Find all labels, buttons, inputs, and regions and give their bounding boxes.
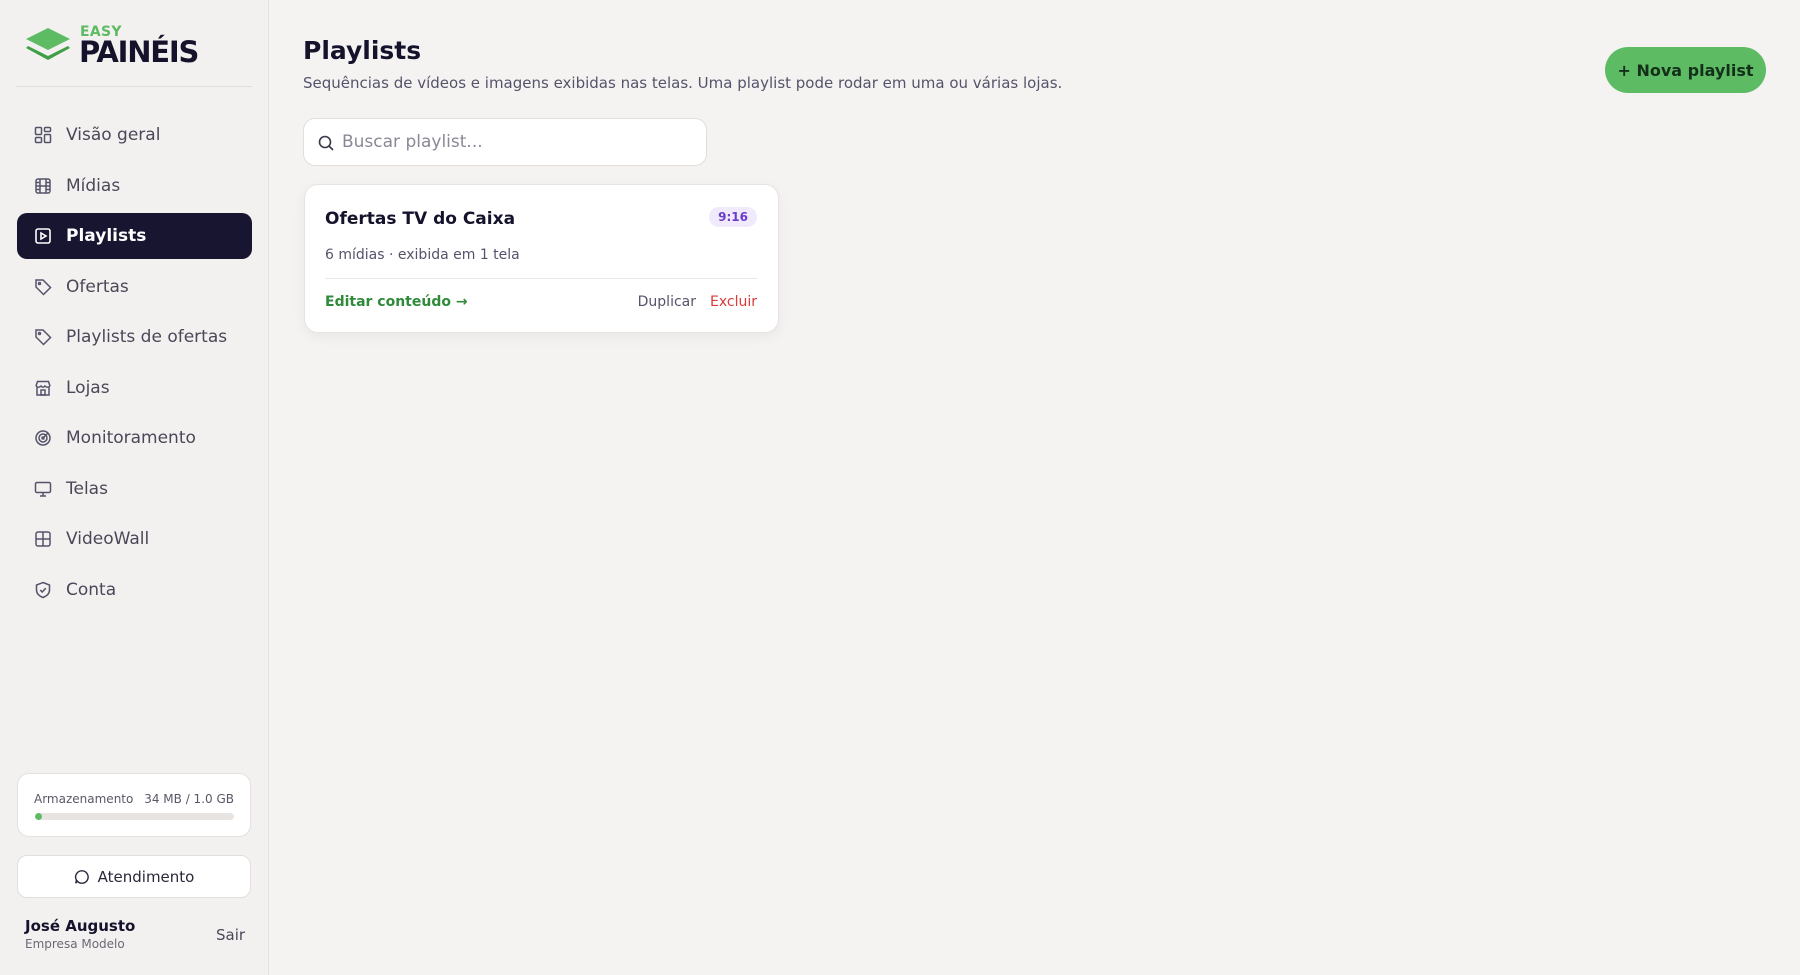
page-title: Playlists: [303, 36, 422, 65]
sidebar-item-telas[interactable]: Telas: [17, 466, 252, 512]
tag-icon: [34, 278, 52, 296]
grid-icon: [34, 126, 52, 144]
aspect-ratio-badge: 9:16: [709, 207, 757, 227]
sidebar-item-label: Lojas: [66, 377, 110, 398]
sidebar-item-conta[interactable]: Conta: [17, 567, 252, 613]
logo-brand-text: PAINÉIS: [79, 35, 199, 69]
storage-panel: Armazenamento 34 MB / 1.0 GB: [17, 773, 251, 837]
sidebar-item-label: VideoWall: [66, 529, 150, 549]
user-organization: Empresa Modelo: [25, 937, 125, 951]
search-input[interactable]: [342, 119, 692, 165]
sidebar-item-label: Playlists de ofertas: [66, 327, 228, 347]
storage-progress-bar: [35, 813, 234, 820]
support-label: Atendimento: [97, 867, 195, 886]
card-divider: [325, 278, 757, 279]
chat-bubble-icon: [74, 869, 89, 884]
support-button[interactable]: Atendimento: [17, 855, 251, 898]
sidebar-item-ofertas[interactable]: Ofertas: [17, 264, 252, 310]
sidebar-nav: Visão geral Mídias Playlists Ofertas Pla…: [17, 112, 252, 617]
store-icon: [34, 379, 52, 397]
logout-button[interactable]: Sair: [216, 926, 245, 944]
shield-icon: [34, 581, 52, 599]
duplicate-button[interactable]: Duplicar: [638, 294, 696, 310]
film-icon: [34, 177, 52, 195]
radar-icon: [34, 429, 52, 447]
delete-button[interactable]: Excluir: [710, 294, 757, 310]
page-subtitle: Sequências de vídeos e imagens exibidas …: [303, 74, 1063, 92]
playlist-name: Ofertas TV do Caixa: [325, 209, 516, 229]
sidebar-item-playlists-de-ofertas[interactable]: Playlists de ofertas: [17, 314, 252, 360]
sidebar-item-visao-geral[interactable]: Visão geral: [17, 112, 252, 158]
storage-value: 34 MB / 1.0 GB: [144, 792, 234, 806]
new-playlist-button[interactable]: + Nova playlist: [1605, 47, 1766, 93]
sidebar-item-playlists[interactable]: Playlists: [17, 213, 252, 259]
search-box: [303, 118, 707, 166]
sidebar-item-label: Playlists: [66, 226, 147, 246]
sidebar-item-label: Conta: [66, 579, 117, 600]
sidebar-item-videowall[interactable]: VideoWall: [17, 516, 252, 562]
storage-progress-fill: [35, 813, 42, 820]
playlist-meta: 6 mídias · exibida em 1 tela: [325, 247, 520, 263]
search-icon: [318, 135, 334, 151]
user-name: José Augusto: [25, 917, 136, 935]
sidebar-item-lojas[interactable]: Lojas: [17, 365, 252, 411]
playlist-card: Ofertas TV do Caixa 9:16 6 mídias · exib…: [304, 184, 779, 333]
sidebar-item-label: Monitoramento: [66, 428, 196, 448]
sidebar-item-monitoramento[interactable]: Monitoramento: [17, 415, 252, 461]
grid-2x2-icon: [34, 530, 52, 548]
sidebar: EASY PAINÉIS Visão geral Mídias Playlist…: [0, 0, 269, 975]
sidebar-item-midias[interactable]: Mídias: [17, 163, 252, 209]
play-square-icon: [34, 227, 52, 245]
storage-label: Armazenamento: [34, 792, 134, 806]
edit-content-link[interactable]: Editar conteúdo →: [325, 294, 468, 310]
monitor-icon: [34, 480, 52, 498]
sidebar-item-label: Telas: [66, 478, 108, 499]
sidebar-item-label: Ofertas: [66, 276, 129, 297]
sidebar-item-label: Visão geral: [66, 125, 161, 145]
logo-divider: [16, 86, 252, 87]
sidebar-item-label: Mídias: [66, 175, 121, 196]
app-logo[interactable]: EASY PAINÉIS: [24, 24, 264, 69]
logo-icon: [26, 28, 70, 60]
tag-icon: [34, 328, 52, 346]
